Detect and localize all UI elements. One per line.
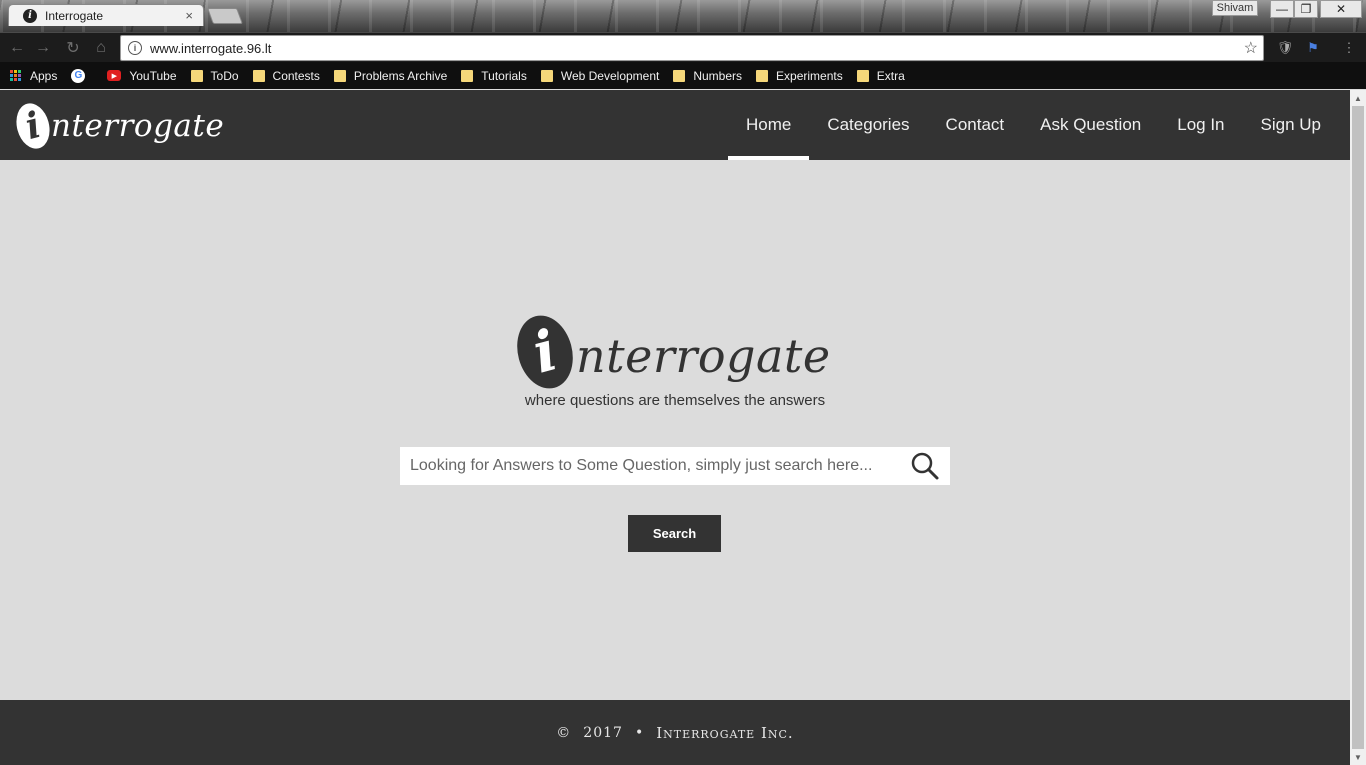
bookmark-folder-experiments[interactable]: Experiments [756,69,843,83]
bookmarks-bar: Apps G ▶ YouTube ToDo Contests Problems … [0,62,1366,89]
logo-badge-icon: i [11,99,55,153]
folder-icon [461,69,474,82]
search-input[interactable] [400,448,910,484]
nav-ask-question[interactable]: Ask Question [1022,90,1159,160]
youtube-icon: ▶ [107,70,122,81]
bookmark-folder-contests[interactable]: Contests [252,68,320,83]
google-icon: G [71,68,86,83]
bookmark-folder-web-development[interactable]: Web Development [540,68,660,83]
reload-icon[interactable]: ↻ [62,37,84,59]
search-icon[interactable] [910,451,940,481]
address-bar[interactable]: i www.interrogate.96.lt ☆ [120,35,1264,61]
profile-button[interactable]: Shivam [1212,0,1258,16]
browser-title-bar: i Interrogate × Shivam — ❐ ✕ [0,0,1366,32]
home-icon[interactable]: ⌂ [90,37,112,59]
back-arrow-icon[interactable]: ← [6,37,28,59]
copyright-year: 2017 [583,724,623,741]
bookmark-folder-tutorials[interactable]: Tutorials [461,69,527,83]
extension-icon[interactable]: ⚑ [1304,39,1322,57]
bookmark-label: Experiments [776,68,843,83]
tab-close-icon[interactable]: × [185,8,193,23]
new-tab-button[interactable] [207,8,243,24]
menu-icon[interactable]: ⋮ [1340,39,1358,57]
scroll-thumb[interactable] [1352,106,1364,749]
folder-icon [540,69,553,82]
browser-toolbar: ← → ↻ ⌂ i www.interrogate.96.lt ☆ 🛡 ⚑ ⋮ [0,32,1366,62]
bookmark-label: Problems Archive [353,68,448,83]
bookmark-folder-todo[interactable]: ToDo [190,68,239,83]
scroll-down-arrow-icon[interactable]: ▼ [1350,749,1366,765]
hero-logo-badge-icon: i [509,309,581,395]
nav-contact[interactable]: Contact [928,90,1023,160]
scroll-up-arrow-icon[interactable]: ▲ [1350,90,1366,106]
copyright-symbol: © [556,724,572,741]
tagline: where questions are themselves the answe… [524,392,826,409]
hero-logo-text: nterrogate [576,329,831,383]
bookmark-star-icon[interactable]: ☆ [1244,38,1258,58]
maximize-button[interactable]: ❐ [1294,0,1318,18]
hero-logo: i nterrogate [509,309,831,395]
folder-icon [190,69,203,82]
bookmark-label: Tutorials [481,68,527,83]
bookmark-label: Contests [272,68,320,83]
nav-sign-up[interactable]: Sign Up [1243,90,1339,160]
main-nav: Home Categories Contact Ask Question Log… [727,90,1339,160]
minimize-button[interactable]: — [1270,0,1294,18]
search-button[interactable]: Search [628,515,721,552]
forward-arrow-icon[interactable]: → [32,37,54,59]
folder-icon [252,69,265,82]
tab-title: Interrogate [45,8,104,23]
bookmark-youtube[interactable]: ▶ YouTube [107,68,177,83]
footer-separator: • [634,724,645,741]
shield-extension-icon[interactable]: 🛡 [1276,39,1294,57]
bookmark-label: Extra [876,68,905,83]
page-scrollbar[interactable]: ▲ ▼ [1350,90,1366,765]
site-info-icon[interactable]: i [128,41,142,55]
site-footer: © 2017 • Interrogate Inc. [0,700,1350,765]
bookmark-label: Numbers [693,68,743,83]
search-box [400,447,950,485]
bookmark-label: Web Development [560,68,660,83]
apps-grid-icon [10,69,22,82]
bookmark-label: ToDo [210,68,239,83]
bookmark-folder-numbers[interactable]: Numbers [673,69,742,83]
folder-icon [756,69,769,82]
header-logo[interactable]: i nterrogate [11,99,225,153]
bookmark-label: Apps [30,68,58,83]
main-content: i nterrogate where questions are themsel… [0,160,1350,700]
window-close-button[interactable]: ✕ [1320,0,1362,18]
site-header: i nterrogate Home Categories Contact Ask… [0,90,1350,160]
logo-text: nterrogate [51,108,225,144]
bookmark-label: YouTube [129,68,177,83]
title-bar-background [0,0,1366,32]
folder-icon [333,69,346,82]
bookmark-folder-problems-archive[interactable]: Problems Archive [333,68,448,83]
bookmark-apps[interactable]: Apps [10,69,57,83]
bookmark-folder-extra[interactable]: Extra [856,68,905,83]
folder-icon [673,69,686,82]
browser-tab[interactable]: i Interrogate × [8,4,204,26]
nav-categories[interactable]: Categories [809,90,927,160]
nav-home[interactable]: Home [727,90,810,160]
folder-icon [856,69,869,82]
bookmark-google[interactable]: G [71,68,93,83]
nav-log-in[interactable]: Log In [1159,90,1242,160]
company-name: Interrogate Inc. [656,723,794,742]
site-favicon-icon: i [23,8,37,23]
address-url[interactable]: www.interrogate.96.lt [150,41,1244,56]
